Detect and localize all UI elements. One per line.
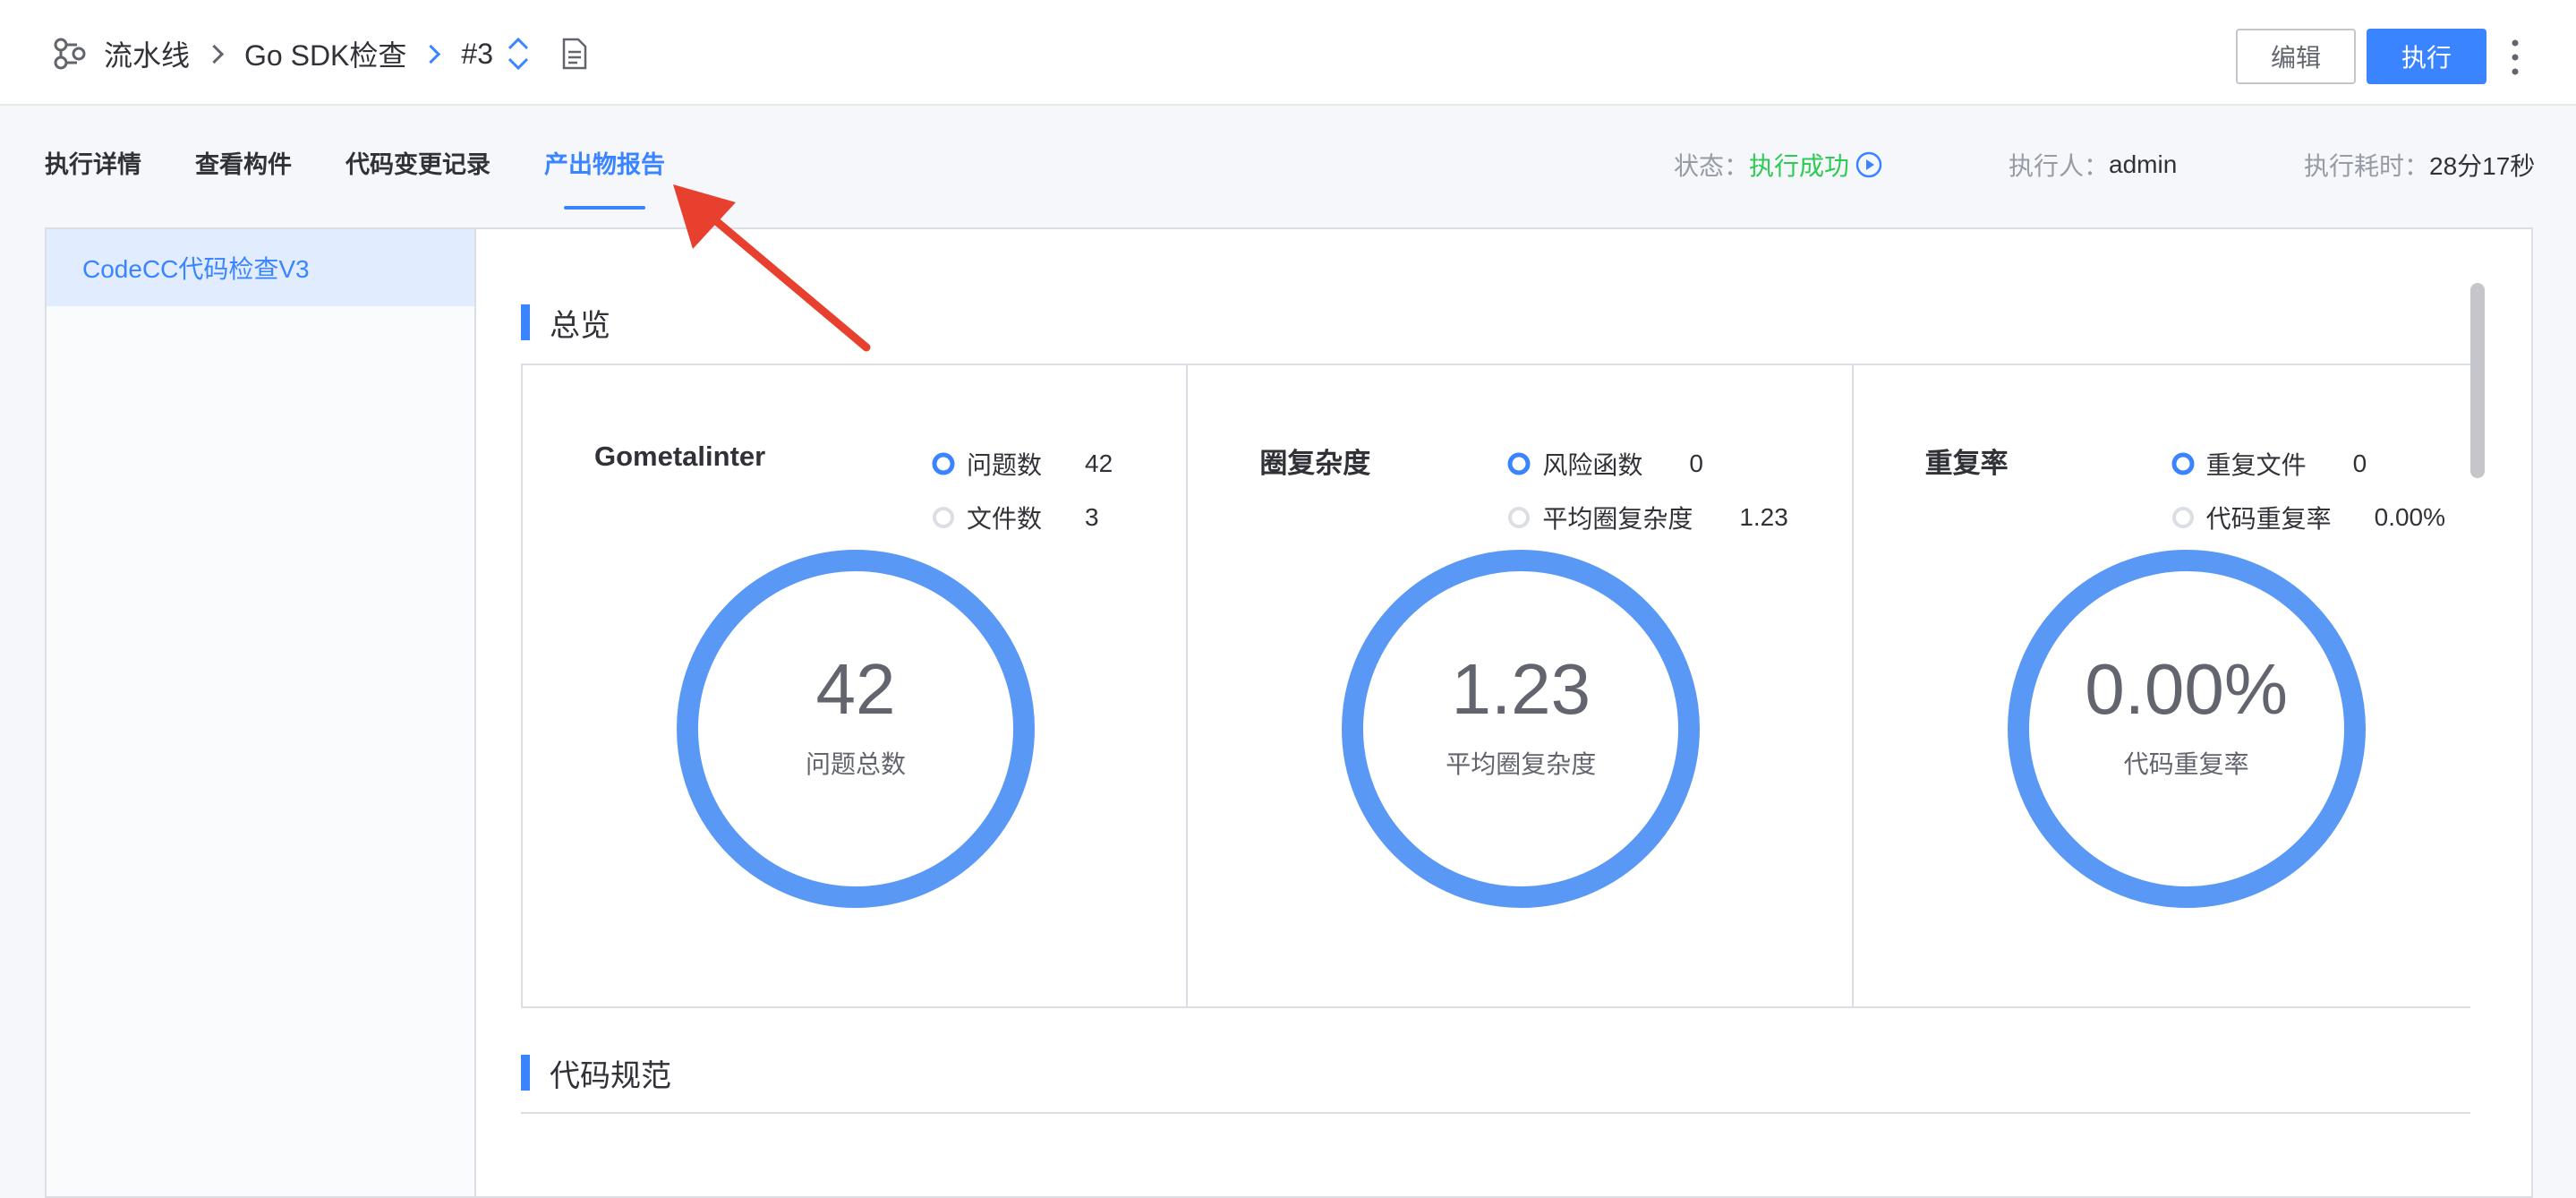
section-code-standard-label: 代码规范 bbox=[550, 1058, 671, 1093]
card-legend: 重复文件 0 代码重复率 0.00% bbox=[2171, 437, 2445, 544]
tab-artifacts[interactable]: 查看构件 bbox=[195, 141, 292, 210]
card-legend: 问题数 42 文件数 3 bbox=[931, 437, 1113, 544]
status-value: 执行成功 bbox=[1749, 152, 1850, 180]
tab-output-report[interactable]: 产出物报告 bbox=[544, 141, 665, 210]
legend-value: 0.00% bbox=[2374, 503, 2446, 531]
play-circle-icon[interactable] bbox=[1855, 150, 1883, 179]
sidebar-item-codecc[interactable]: CodeCC代码检查V3 bbox=[47, 229, 474, 306]
legend-item[interactable]: 问题数 42 bbox=[931, 437, 1113, 491]
breadcrumb-pipeline-name[interactable]: Go SDK检查 bbox=[244, 33, 406, 74]
doc-icon[interactable] bbox=[561, 38, 588, 70]
ring-label: 问题总数 bbox=[805, 750, 906, 778]
card-title: Gometalinter bbox=[594, 441, 766, 472]
section-overview-label: 总览 bbox=[550, 308, 610, 343]
ring-value: 0.00% bbox=[2085, 649, 2289, 729]
top-header: 流水线 Go SDK检查 #3 编辑 执行 bbox=[0, 0, 2576, 106]
legend-item[interactable]: 风险函数 0 bbox=[1506, 437, 1788, 491]
card-title: 圈复杂度 bbox=[1259, 448, 1371, 479]
metric-card-complexity: 圈复杂度 风险函数 0 平均圈复杂度 1.23 1.23 平均圈复杂度 bbox=[1188, 365, 1854, 1006]
legend-value: 42 bbox=[1085, 449, 1113, 477]
radio-unselected-icon bbox=[933, 507, 954, 528]
breadcrumb: 流水线 Go SDK检查 #3 bbox=[52, 27, 588, 81]
card-title: 重复率 bbox=[1924, 448, 2009, 479]
status-info: 状态： 执行成功 bbox=[1674, 145, 1883, 184]
run-button[interactable]: 执行 bbox=[2367, 29, 2486, 84]
radio-unselected-icon bbox=[1508, 507, 1531, 528]
legend-label: 平均圈复杂度 bbox=[1542, 505, 1693, 533]
scrollbar[interactable] bbox=[2470, 283, 2485, 478]
legend-label: 文件数 bbox=[967, 505, 1043, 533]
breadcrumb-pipelines-link[interactable]: 流水线 bbox=[104, 33, 190, 74]
radio-selected-icon bbox=[932, 452, 955, 475]
detail-tabs: 执行详情 查看构件 代码变更记录 产出物报告 bbox=[45, 141, 719, 210]
pipeline-icon bbox=[54, 38, 86, 70]
legend-item[interactable]: 平均圈复杂度 1.23 bbox=[1506, 491, 1788, 544]
legend-item[interactable]: 重复文件 0 bbox=[2171, 437, 2445, 491]
legend-label: 代码重复率 bbox=[2205, 505, 2332, 533]
annotation-arrow-icon bbox=[673, 184, 871, 352]
legend-label: 风险函数 bbox=[1542, 451, 1643, 479]
legend-label: 重复文件 bbox=[2205, 451, 2307, 479]
legend-value: 3 bbox=[1085, 503, 1099, 531]
legend-item[interactable]: 文件数 3 bbox=[931, 491, 1113, 544]
duration-info: 执行耗时： 28分17秒 bbox=[2304, 145, 2535, 184]
legend-value: 1.23 bbox=[1739, 503, 1788, 531]
legend-value: 0 bbox=[1689, 449, 1703, 477]
section-divider bbox=[521, 1112, 2470, 1114]
duration-value: 28分17秒 bbox=[2429, 152, 2536, 180]
ring-value: 42 bbox=[815, 649, 896, 729]
metric-card-gometalinter: Gometalinter 问题数 42 文件数 3 42 问题总数 bbox=[523, 365, 1189, 1006]
executor-value: admin bbox=[2109, 150, 2178, 178]
legend-value: 0 bbox=[2352, 449, 2367, 477]
ring-value: 1.23 bbox=[1451, 649, 1591, 729]
updown-icon[interactable] bbox=[506, 34, 531, 73]
card-legend: 风险函数 0 平均圈复杂度 1.23 bbox=[1506, 437, 1788, 544]
section-code-standard-title: 代码规范 bbox=[521, 1053, 671, 1093]
executor-label: 执行人： bbox=[2009, 152, 2110, 180]
tab-code-changes[interactable]: 代码变更记录 bbox=[345, 141, 490, 210]
ring-label: 代码重复率 bbox=[2123, 750, 2249, 778]
metric-card-duplication: 重复率 重复文件 0 代码重复率 0.00% 0.00% 代码重复率 bbox=[1854, 365, 2470, 1006]
executor-info: 执行人： admin bbox=[2009, 145, 2177, 184]
radio-selected-icon bbox=[2171, 452, 2195, 475]
legend-item[interactable]: 代码重复率 0.00% bbox=[2171, 491, 2445, 544]
edit-button[interactable]: 编辑 bbox=[2236, 29, 2356, 84]
duration-label: 执行耗时： bbox=[2304, 152, 2430, 180]
breadcrumb-build-number: #3 bbox=[461, 37, 493, 70]
tab-execution-detail[interactable]: 执行详情 bbox=[45, 141, 141, 210]
status-label: 状态： bbox=[1674, 152, 1750, 180]
chevron-right-icon bbox=[422, 44, 441, 64]
more-vertical-icon[interactable] bbox=[2506, 32, 2524, 82]
chevron-right-icon bbox=[204, 44, 225, 64]
section-marker bbox=[521, 304, 530, 340]
section-marker bbox=[521, 1055, 530, 1091]
legend-label: 问题数 bbox=[967, 451, 1043, 479]
ring-label: 平均圈复杂度 bbox=[1446, 750, 1597, 778]
radio-selected-icon bbox=[1507, 452, 1531, 475]
radio-unselected-icon bbox=[2171, 507, 2194, 528]
section-overview-title: 总览 bbox=[521, 303, 610, 343]
overview-cards: Gometalinter 问题数 42 文件数 3 42 问题总数 圈复杂度 风… bbox=[521, 364, 2470, 1008]
report-sidebar: CodeCC代码检查V3 bbox=[45, 227, 474, 1198]
